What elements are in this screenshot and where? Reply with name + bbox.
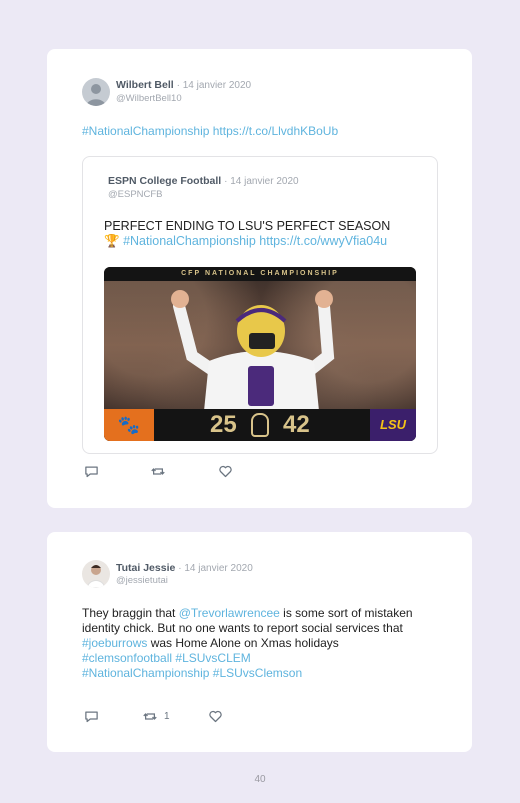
- avatar[interactable]: [82, 560, 110, 588]
- quote-text: PERFECT ENDING TO LSU'S PERFECT SEASON 🏆…: [104, 219, 424, 249]
- quote-media-image[interactable]: CFP NATIONAL CHAMPIONSHIP 🐾 25 42 LSU: [104, 267, 416, 441]
- retweet-count: 1: [164, 710, 170, 722]
- author-line: Tutai Jessie · 14 janvier 2020: [116, 562, 253, 574]
- reply-icon: [85, 466, 98, 477]
- mention-link[interactable]: @Trevorlawrencee: [179, 606, 280, 620]
- quote-hashtag[interactable]: #NationalChampionship: [123, 234, 256, 248]
- tweet-text: They braggin that @Trevorlawrencee is so…: [82, 606, 427, 681]
- tweet-card: Tutai Jessie · 14 janvier 2020 @jessietu…: [47, 532, 472, 752]
- quote-author-name[interactable]: ESPN College Football: [108, 175, 221, 187]
- score-right: 42: [283, 411, 310, 438]
- text-segment: was Home Alone on Xmas holidays: [147, 636, 339, 650]
- team-right-logo: LSU: [370, 409, 416, 441]
- reply-icon: [85, 711, 98, 722]
- tweet-date[interactable]: · 14 janvier 2020: [177, 80, 252, 91]
- quoted-tweet[interactable]: ESPN College Football · 14 janvier 2020 …: [82, 156, 438, 454]
- retweet-button[interactable]: [150, 464, 166, 479]
- quote-author-line: ESPN College Football · 14 janvier 2020: [108, 175, 299, 187]
- user-photo-icon: [86, 565, 106, 588]
- avatar[interactable]: [82, 78, 110, 106]
- cfp-trophy-icon: [251, 413, 269, 437]
- trophy-icon: 🏆: [104, 234, 120, 248]
- hashtag-link[interactable]: #joeburrows: [82, 636, 147, 650]
- retweet-icon: [151, 467, 165, 475]
- retweet-icon: [143, 712, 157, 720]
- quote-text-line1: PERFECT ENDING TO LSU'S PERFECT SEASON: [104, 219, 391, 233]
- hashtag-link[interactable]: #NationalChampionship: [82, 666, 209, 680]
- quote-date[interactable]: · 14 janvier 2020: [224, 176, 299, 187]
- tweet-text: #NationalChampionship https://t.co/Llvdh…: [82, 124, 338, 139]
- reply-button[interactable]: [84, 709, 99, 724]
- hashtag-link[interactable]: #LSUvsCLEM: [175, 651, 250, 665]
- heart-icon: [208, 710, 222, 722]
- player-figure: [171, 290, 335, 411]
- text-segment: They braggin that: [82, 606, 179, 620]
- like-button[interactable]: [218, 464, 233, 479]
- tweet-card: Wilbert Bell · 14 janvier 2020 @WilbertB…: [47, 49, 472, 508]
- page-number: 40: [254, 774, 266, 785]
- tweet-actions: [84, 463, 233, 479]
- tweet-date[interactable]: · 14 janvier 2020: [178, 563, 253, 574]
- quote-link[interactable]: https://t.co/wwyVfia04u: [259, 234, 387, 248]
- author-line: Wilbert Bell · 14 janvier 2020: [116, 79, 251, 91]
- clemson-paw-icon: 🐾: [104, 409, 154, 441]
- tweet-link[interactable]: #NationalChampionship https://t.co/Llvdh…: [82, 124, 338, 138]
- like-button[interactable]: [208, 709, 223, 724]
- reply-button[interactable]: [84, 464, 99, 479]
- heart-icon: [219, 465, 232, 477]
- hashtag-link[interactable]: #clemsonfootball: [82, 651, 172, 665]
- tweet-actions: 1: [84, 708, 223, 724]
- author-name[interactable]: Tutai Jessie: [116, 562, 175, 574]
- quote-author-handle[interactable]: @ESPNCFB: [108, 189, 163, 200]
- scoreboard: 🐾 25 42 LSU: [104, 409, 416, 441]
- hashtag-link[interactable]: #LSUvsClemson: [213, 666, 302, 680]
- score-left: 25: [210, 411, 237, 438]
- media-banner: CFP NATIONAL CHAMPIONSHIP: [104, 267, 416, 281]
- retweet-button[interactable]: 1: [142, 709, 170, 724]
- default-avatar-icon: [86, 84, 106, 106]
- author-handle[interactable]: @jessietutai: [116, 575, 168, 586]
- author-handle[interactable]: @WilbertBell10: [116, 93, 182, 104]
- author-name[interactable]: Wilbert Bell: [116, 79, 174, 91]
